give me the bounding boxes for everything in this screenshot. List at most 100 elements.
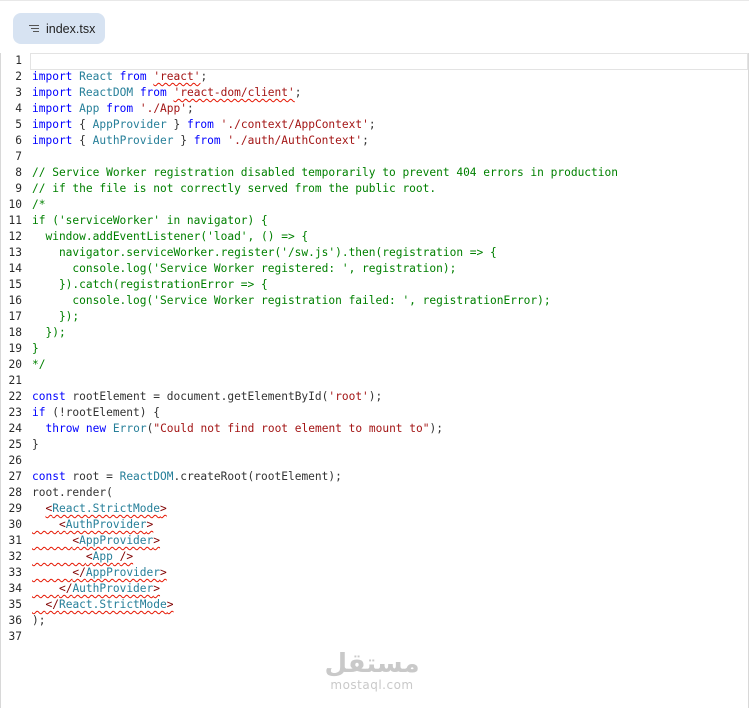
line-code: <React.StrictMode> xyxy=(45,502,167,515)
line-code: console.log('Service Worker registration… xyxy=(32,294,551,307)
line-code: import { AppProvider } from './context/A… xyxy=(32,118,376,131)
line-code: /* xyxy=(32,198,46,211)
line-code: console.log('Service Worker registered: … xyxy=(32,262,457,275)
watermark-arabic: مستقل xyxy=(324,649,420,679)
line-code: </AppProvider> xyxy=(72,566,167,579)
line-number: 20 xyxy=(8,358,22,371)
line-number: 2 xyxy=(15,70,22,83)
line-code: }).catch(registrationError => { xyxy=(32,278,268,291)
code-editor[interactable]: 1 2 import React from 'react'; 3 import Reac… xyxy=(0,53,749,708)
line-number: 32 xyxy=(8,550,22,563)
code-line[interactable]: 10 /* xyxy=(1,197,748,213)
line-number: 6 xyxy=(15,134,22,147)
line-number: 21 xyxy=(8,374,22,387)
line-code: </React.StrictMode> xyxy=(45,598,174,611)
line-number: 31 xyxy=(8,534,22,547)
line-code: </AuthProvider> xyxy=(58,582,161,595)
code-line[interactable]: 22 const rootElement = document.getElemen… xyxy=(1,389,748,405)
code-line[interactable]: 14 console.log('Service Worker registere… xyxy=(1,261,748,277)
line-number: 37 xyxy=(8,630,22,643)
code-line[interactable]: 8 // Service Worker registration disabled… xyxy=(1,165,748,181)
line-number: 3 xyxy=(15,86,22,99)
code-line[interactable]: 1 xyxy=(1,53,748,70)
code-line[interactable]: 12 window.addEventListener('load', () =>… xyxy=(1,229,748,245)
line-code: ); xyxy=(32,614,46,627)
code-line[interactable]: 19} xyxy=(1,341,748,357)
line-number: 17 xyxy=(8,310,22,323)
code-line[interactable]: 2 import React from 'react'; xyxy=(1,69,748,85)
line-code: */ xyxy=(32,358,46,371)
code-line[interactable]: 29 <React.StrictMode> xyxy=(1,501,748,517)
line-number: 15 xyxy=(8,278,22,291)
line-number: 29 xyxy=(8,502,22,515)
line-number: 5 xyxy=(15,118,22,131)
line-number: 26 xyxy=(8,454,22,467)
code-line[interactable]: 33 </AppProvider> xyxy=(1,565,748,581)
line-number: 9 xyxy=(15,182,22,195)
line-code: throw new Error("Could not find root ele… xyxy=(45,422,443,435)
line-code: }); xyxy=(32,326,66,339)
line-number: 13 xyxy=(8,246,22,259)
list-lines-icon xyxy=(29,24,39,32)
code-line[interactable]: 32 <App /> xyxy=(1,549,748,565)
line-code: // Service Worker registration disabled … xyxy=(32,166,618,179)
code-line[interactable]: 11 if ('serviceWorker' in navigator) { xyxy=(1,213,748,229)
code-line[interactable]: 3 import ReactDOM from 'react-dom/client'… xyxy=(1,85,748,101)
code-line[interactable]: 18 }); xyxy=(1,325,748,341)
editor-tab-bar: index.tsx xyxy=(0,0,749,54)
line-code: navigator.serviceWorker.register('/sw.js… xyxy=(32,246,497,259)
code-line[interactable]: 21 xyxy=(1,373,748,389)
code-line[interactable]: 16 console.log('Service Worker registrat… xyxy=(1,293,748,309)
tab-index-tsx[interactable]: index.tsx xyxy=(13,13,105,44)
line-number: 24 xyxy=(8,422,22,435)
code-line[interactable]: 37 xyxy=(1,629,748,645)
line-number: 12 xyxy=(8,230,22,243)
line-number: 34 xyxy=(8,582,22,595)
code-line[interactable]: 17 }); xyxy=(1,309,748,325)
line-code: window.addEventListener('load', () => { xyxy=(32,230,309,243)
line-code: } xyxy=(32,438,39,451)
code-line[interactable]: 6 import { AuthProvider } from './auth/Au… xyxy=(1,133,748,149)
line-number: 36 xyxy=(8,614,22,627)
line-code: } xyxy=(32,342,39,355)
code-line[interactable]: 5 import { AppProvider } from './context/… xyxy=(1,117,748,133)
code-line[interactable]: 13 navigator.serviceWorker.register('/sw… xyxy=(1,245,748,261)
code-line[interactable]: 7 xyxy=(1,149,748,165)
code-line[interactable]: 31 <AppProvider> xyxy=(1,533,748,549)
line-code: root.render( xyxy=(32,486,113,499)
line-number: 7 xyxy=(15,150,22,163)
line-code: import React from 'react'; xyxy=(32,70,208,83)
line-code: // if the file is not correctly served f… xyxy=(32,182,437,195)
code-line[interactable]: 27 const root = ReactDOM.createRoot(rootE… xyxy=(1,469,748,485)
line-number: 1 xyxy=(15,54,22,67)
code-line[interactable]: 30 <AuthProvider> xyxy=(1,517,748,533)
line-number: 10 xyxy=(8,198,22,211)
line-code: const rootElement = document.getElementB… xyxy=(32,390,383,403)
line-number: 28 xyxy=(8,486,22,499)
code-line[interactable]: 20 */ xyxy=(1,357,748,373)
watermark-latin: mostaql.com xyxy=(330,678,414,692)
active-line-highlight xyxy=(30,53,748,70)
line-code: import ReactDOM from 'react-dom/client'; xyxy=(32,86,302,99)
line-number: 14 xyxy=(8,262,22,275)
line-number: 25 xyxy=(8,438,22,451)
code-line[interactable]: 28 root.render( xyxy=(1,485,748,501)
line-number: 19 xyxy=(8,342,22,355)
code-line[interactable]: 36); xyxy=(1,613,748,629)
code-line[interactable]: 24 throw new Error("Could not find root … xyxy=(1,421,748,437)
code-line[interactable]: 9 // if the file is not correctly served … xyxy=(1,181,748,197)
line-code: import App from './App'; xyxy=(32,102,194,115)
line-number: 22 xyxy=(8,390,22,403)
code-line[interactable]: 35 </React.StrictMode> xyxy=(1,597,748,613)
line-code: <App /> xyxy=(85,550,134,563)
code-line[interactable]: 34 </AuthProvider> xyxy=(1,581,748,597)
line-number: 33 xyxy=(8,566,22,579)
line-number: 4 xyxy=(15,102,22,115)
line-code: if (!rootElement) { xyxy=(32,406,160,419)
code-line[interactable]: 4 import App from './App'; xyxy=(1,101,748,117)
code-line[interactable]: 25} xyxy=(1,437,748,453)
line-code: }); xyxy=(32,310,80,323)
code-line[interactable]: 23 if (!rootElement) { xyxy=(1,405,748,421)
code-line[interactable]: 26 xyxy=(1,453,748,469)
code-line[interactable]: 15 }).catch(registrationError => { xyxy=(1,277,748,293)
